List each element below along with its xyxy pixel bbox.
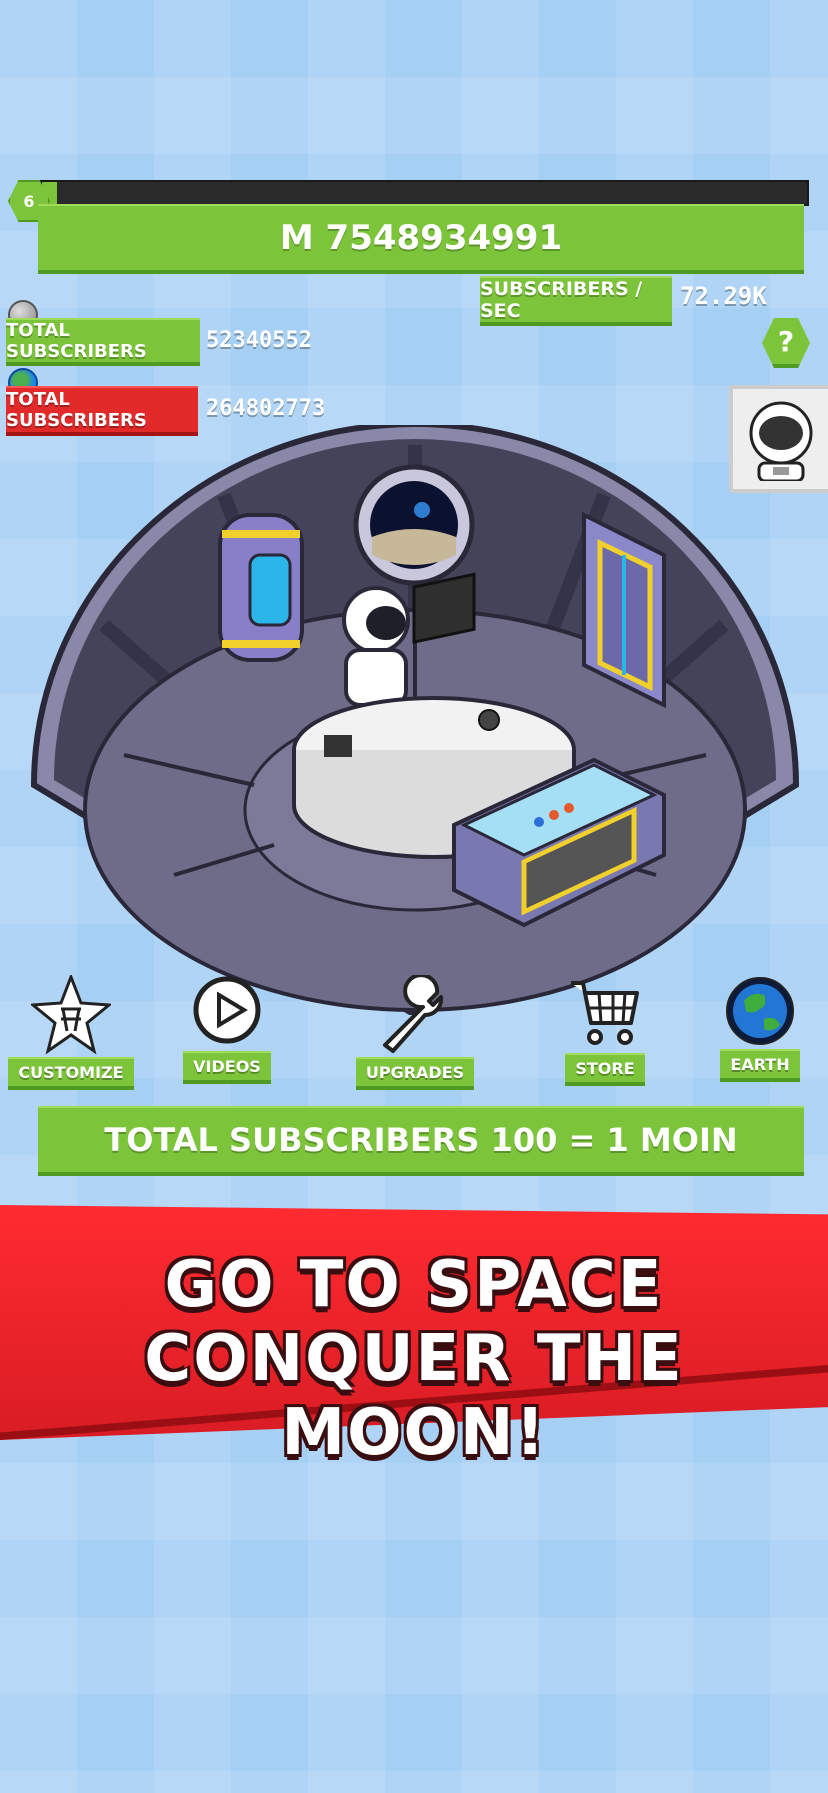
- help-button[interactable]: ?: [762, 318, 810, 368]
- earth-icon: [726, 977, 794, 1045]
- upgrades-button[interactable]: UPGRADES: [355, 975, 475, 1090]
- level-number: 6: [23, 191, 35, 211]
- store-button[interactable]: STORE: [550, 975, 660, 1086]
- earth-button[interactable]: EARTH: [705, 975, 815, 1082]
- earth-total-subscribers-value: 264802773: [206, 396, 326, 421]
- conversion-text: TOTAL SUBSCRIBERS 100 = 1 MOIN: [104, 1121, 738, 1159]
- subs-per-sec-value: 72.29K: [680, 282, 767, 310]
- videos-label: VIDEOS: [183, 1051, 271, 1084]
- customize-label: CUSTOMIZE: [8, 1057, 134, 1090]
- currency-bar: M 7548934991: [38, 204, 804, 274]
- moon-total-subscribers-value: 52340552: [206, 328, 312, 353]
- earth-label: EARTH: [720, 1049, 800, 1082]
- level-progress-bar: [40, 180, 809, 206]
- store-label: STORE: [565, 1053, 645, 1086]
- moon-total-subscribers-bar: TOTAL SUBSCRIBERS: [6, 318, 200, 366]
- wrench-icon: [383, 975, 444, 1053]
- moon-total-subscribers-label: TOTAL SUBSCRIBERS: [6, 320, 147, 362]
- upgrades-label: UPGRADES: [355, 1057, 475, 1090]
- videos-button[interactable]: VIDEOS: [172, 975, 282, 1084]
- currency-value: M 7548934991: [279, 218, 563, 258]
- space-station-room[interactable]: [24, 425, 806, 1015]
- promo-line-2: CONQUER THE MOON!: [144, 1322, 684, 1470]
- cart-icon: [571, 981, 639, 1045]
- subs-per-sec-label-bar: SUBSCRIBERS / SEC: [480, 276, 672, 326]
- promo-line-1: GO TO SPACE: [164, 1248, 664, 1322]
- subs-per-sec-label: SUBSCRIBERS / SEC: [480, 278, 643, 322]
- help-icon: ?: [777, 324, 795, 358]
- conversion-bar: TOTAL SUBSCRIBERS 100 = 1 MOIN: [38, 1106, 804, 1176]
- play-icon: [193, 976, 261, 1044]
- star-chair-icon: [31, 975, 111, 1055]
- computer-monitor: [412, 572, 476, 644]
- customize-button[interactable]: CUSTOMIZE: [8, 975, 134, 1090]
